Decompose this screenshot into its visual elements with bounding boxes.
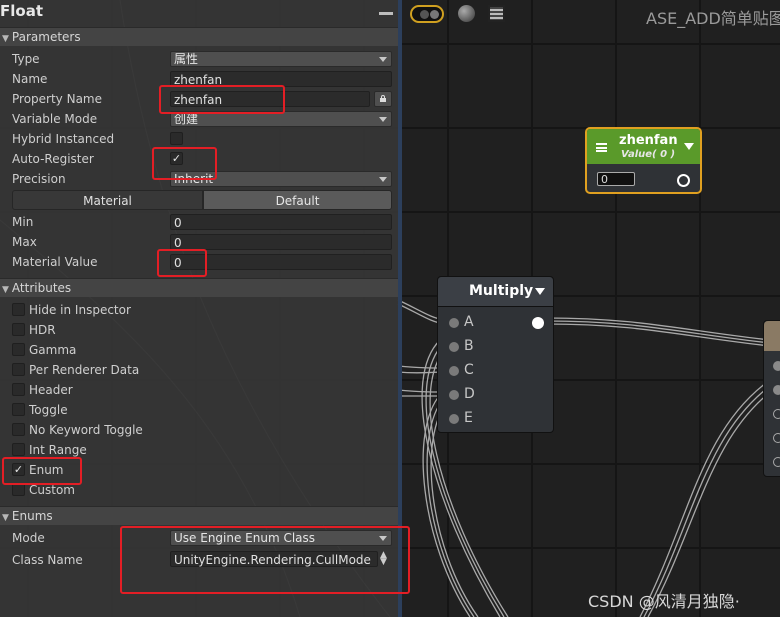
precision-label: Precision — [12, 172, 66, 186]
float-node-subtitle: Value( 0 ) — [621, 149, 676, 160]
output-port[interactable] — [677, 174, 690, 187]
attribute-checkbox[interactable] — [12, 323, 25, 336]
attribute-checkbox[interactable] — [12, 303, 25, 316]
window-title: ASE_ADD简单贴图 — [646, 9, 780, 28]
input-port[interactable] — [773, 433, 780, 443]
wire — [430, 400, 479, 617]
min-label: Min — [12, 215, 34, 229]
wire — [639, 379, 771, 617]
hamburger-icon — [596, 143, 607, 152]
wire — [544, 323, 771, 347]
section-title: Enums — [11, 509, 53, 523]
highlight-box — [159, 85, 285, 114]
attribute-label: Header — [29, 383, 73, 397]
chevron-down-icon[interactable] — [684, 143, 694, 150]
attribute-checkbox[interactable] — [12, 443, 25, 456]
panel-title: Float — [0, 2, 43, 20]
chevron-down-icon — [379, 177, 387, 182]
variable-mode-value: 创建 — [174, 112, 199, 126]
triangle-down-icon: ▼ — [2, 34, 9, 44]
output-port[interactable] — [532, 317, 544, 329]
class-name-label: Class Name — [12, 553, 83, 567]
type-label: Type — [12, 52, 40, 66]
attribute-label: HDR — [29, 323, 56, 337]
partial-node[interactable] — [763, 320, 780, 477]
tab-default[interactable]: Default — [203, 190, 392, 210]
section-title: Attributes — [11, 281, 72, 295]
variable-mode-label: Variable Mode — [12, 112, 98, 126]
toolbar-camera-icon[interactable] — [410, 5, 444, 23]
port-label-e: E — [464, 410, 473, 426]
hybrid-instanced-label: Hybrid Instanced — [12, 132, 115, 146]
attribute-label: Toggle — [29, 403, 68, 417]
section-enums[interactable]: ▼ Enums — [0, 506, 398, 525]
property-name-label: Property Name — [12, 92, 102, 106]
input-port-b[interactable] — [449, 342, 459, 352]
type-value: 属性 — [174, 52, 199, 66]
multiply-node-title: Multiply — [469, 283, 534, 299]
chevron-down-icon — [379, 57, 387, 62]
type-dropdown[interactable]: 属性 — [170, 51, 392, 67]
auto-register-label: Auto-Register — [12, 152, 94, 166]
tab-material[interactable]: Material — [12, 190, 203, 210]
port-label-c: C — [464, 362, 474, 378]
input-port-d[interactable] — [449, 390, 459, 400]
input-port[interactable] — [773, 361, 780, 371]
highlight-box — [2, 457, 82, 485]
float-node[interactable]: zhenfan Value( 0 ) 0 — [585, 127, 702, 194]
port-label-a: A — [464, 314, 474, 330]
attribute-checkbox[interactable] — [12, 403, 25, 416]
highlight-box — [157, 249, 207, 277]
section-title: Parameters — [11, 30, 81, 44]
input-port-a[interactable] — [449, 318, 459, 328]
attribute-checkbox[interactable] — [12, 383, 25, 396]
name-label: Name — [12, 72, 48, 86]
input-port[interactable] — [773, 409, 780, 419]
chevron-down-icon[interactable] — [535, 288, 545, 295]
min-field[interactable]: 0 — [170, 214, 392, 230]
section-attributes[interactable]: ▼ Attributes — [0, 278, 398, 297]
float-node-title: zhenfan — [619, 133, 678, 148]
toolbar-sphere-icon[interactable] — [458, 5, 475, 22]
float-node-header[interactable]: zhenfan Value( 0 ) — [587, 129, 700, 164]
input-port-e[interactable] — [449, 414, 459, 424]
wire — [643, 382, 775, 617]
lock-icon[interactable] — [374, 91, 392, 107]
mode-label: Mode — [12, 531, 45, 545]
highlight-box — [152, 147, 217, 180]
input-port[interactable] — [773, 457, 780, 467]
multiply-node[interactable]: Multiply A B C D E — [437, 276, 554, 433]
triangle-down-icon: ▼ — [2, 513, 9, 523]
triangle-down-icon: ▼ — [2, 285, 9, 295]
partial-node-header — [764, 321, 780, 351]
attribute-checkbox[interactable] — [12, 423, 25, 436]
attribute-label: Int Range — [29, 443, 87, 457]
hybrid-instanced-checkbox[interactable] — [170, 132, 183, 145]
attribute-label: Gamma — [29, 343, 77, 357]
watermark: CSDN @风清月独隐· — [588, 592, 740, 611]
input-port[interactable] — [773, 385, 780, 395]
port-label-b: B — [464, 338, 474, 354]
menu-icon[interactable] — [379, 12, 393, 15]
max-field[interactable]: 0 — [170, 234, 392, 250]
toolbar-grid-icon[interactable] — [488, 5, 505, 22]
port-label-d: D — [464, 386, 475, 402]
attribute-label: Hide in Inspector — [29, 303, 131, 317]
highlight-box — [120, 526, 410, 594]
float-node-value-field[interactable]: 0 — [597, 172, 635, 186]
multiply-node-header[interactable]: Multiply — [438, 277, 553, 307]
attribute-checkbox[interactable] — [12, 363, 25, 376]
wire — [647, 385, 779, 617]
chevron-down-icon — [379, 117, 387, 122]
attribute-label: Per Renderer Data — [29, 363, 140, 377]
section-parameters[interactable]: ▼ Parameters — [0, 27, 398, 46]
attribute-checkbox[interactable] — [12, 343, 25, 356]
input-port-c[interactable] — [449, 366, 459, 376]
material-value-label: Material Value — [12, 255, 98, 269]
attribute-label: No Keyword Toggle — [29, 423, 143, 437]
max-label: Max — [12, 235, 37, 249]
